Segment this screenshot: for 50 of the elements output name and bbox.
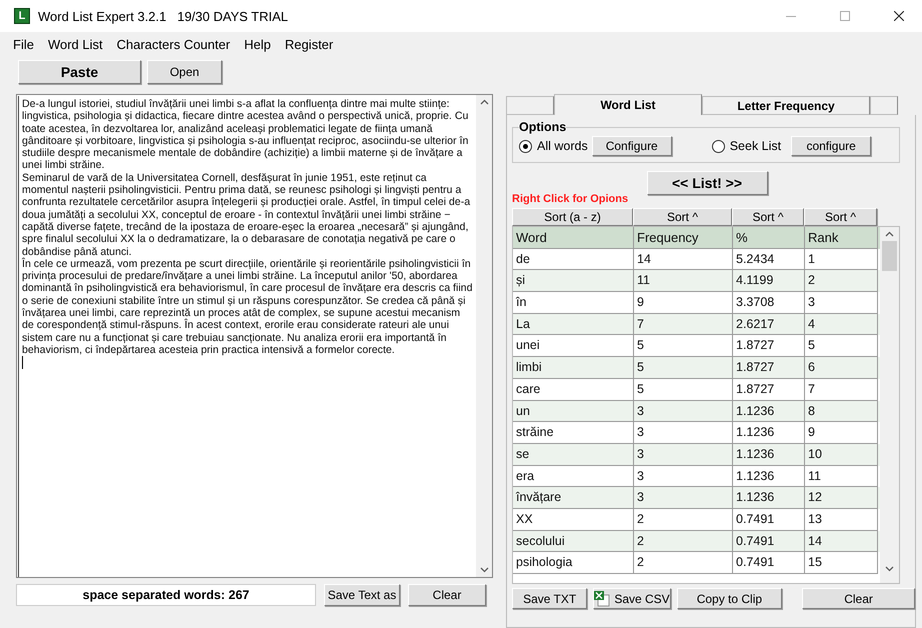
tab[interactable]: [870, 96, 898, 115]
table-cell: 0.7491: [733, 552, 805, 574]
scroll-down-icon[interactable]: [480, 567, 488, 573]
text-cursor: [22, 356, 23, 370]
table-cell: 2: [634, 552, 733, 574]
menu-item[interactable]: Register: [278, 36, 340, 52]
tab[interactable]: [506, 96, 554, 115]
group-title: Options: [519, 120, 566, 134]
sort-button[interactable]: Sort ^: [732, 208, 804, 226]
radio-button[interactable]: [712, 140, 725, 152]
scroll-up-icon[interactable]: [885, 231, 894, 237]
menu-item[interactable]: Characters Counter: [110, 36, 238, 52]
scroll-up-icon[interactable]: [480, 99, 488, 105]
open-button[interactable]: Open: [147, 60, 222, 84]
save-text-button[interactable]: Save Text as: [324, 584, 400, 606]
radio-label: Seek List: [730, 139, 782, 153]
menu-item[interactable]: File: [6, 36, 41, 52]
sort-button[interactable]: Sort ^: [804, 208, 877, 226]
table-cell: 15: [805, 552, 878, 574]
hint-text: Right Click for Opions: [512, 193, 630, 205]
paragraph: În cele ce urmează, vom prezenta pe scurt direcțiile, orientările și reorientările psiholingvisticii în privința procesului de predare/învățare a unei limbi străine. La începutul anilor '50, abordarea dominantă în psiholingvistică era behaviorismul, în care procesul de învățare era descris ca fiind o serie de conexiuni stabilite între un stimul și un răspuns corespunzător. Se credea că până și învățarea unei limbi, care reprezintă un proces atât de complex, se supune acestui mecanism de corespondență stimul-răspuns. În acest context, erorile erau considerate rateuri ale unui sistem care nu a funcționat și care trebuiau sancționate. Nu analiza erorii era importantă în behaviorism, ci îndepărtarea acesteia prin practica intensivă a formelor corecte.: [22, 258, 473, 356]
radio-label: All words: [537, 139, 588, 153]
paragraph: Seminarul de vară de la Universitatea Cornell, desfășurat în junie 1951, este reținut ca momentul nașterii psiholingvisticii. Pentru prima dată, se reunesc psihologi și lingviști pentru a confrunta rezultatele cercetărilor asupra înțelegerii și producției orale. Astfel, în timpul celei de-a doua jumătăți a secolului XX, conceptul de eroare - în contextul învățării unei limbi străine − capătă diverse fațete, trecând de la ipostaza de eroare-eșec la eroarea „necesară” și ajungând, spre finalul secolului XX la o dedramatizare, la o debarasare de conotația negativă pe care o dobândise până atunci.: [22, 172, 472, 258]
save-csv-button[interactable]: Save CSV: [593, 588, 671, 609]
sort-button[interactable]: Sort ^: [633, 208, 732, 226]
table-cell: psihologia: [513, 552, 634, 574]
copy-button[interactable]: Copy to Clip: [676, 588, 782, 609]
text-area-field[interactable]: [16, 94, 493, 578]
menu-item[interactable]: Word List: [40, 36, 110, 52]
paste-button[interactable]: Paste: [18, 60, 141, 84]
radio-button[interactable]: [519, 140, 532, 152]
window-title: Word List Expert 3.2.1 19/30 DAYS TRIAL: [38, 8, 290, 24]
clear-button[interactable]: Clear: [802, 588, 915, 609]
scrollbar[interactable]: [476, 95, 492, 577]
save-txt-button[interactable]: Save TXT: [512, 588, 588, 609]
tab[interactable]: Word List: [554, 94, 702, 115]
configure-button[interactable]: configure: [791, 136, 872, 156]
sort-button[interactable]: Sort (a - z): [512, 208, 633, 226]
scroll-thumb[interactable]: [882, 241, 897, 271]
scroll-down-icon[interactable]: [885, 566, 894, 572]
scrollbar[interactable]: [880, 227, 899, 583]
menu-item[interactable]: Help: [237, 36, 278, 52]
word-count: space separated words: 267: [16, 584, 316, 606]
list-button[interactable]: << List! >>: [646, 171, 768, 195]
configure-button[interactable]: Configure: [592, 136, 672, 156]
clear-button[interactable]: Clear: [408, 584, 486, 606]
paragraph: De-a lungul istoriei, studiul învățării unei limbi s-a aflat la confluența dintre mai multe stiințe: lingvistica, psihologia și didactica, fiecare dintre acestea având o perspectivă unică, proprie. Cu toate acestea, în dezvoltarea lor, analizând aceleași problematici legate de ființa umană gânditoare și vorbitoare, lingvistica și psihologia s-au influențat reciproc, asociindu-se ulterior în studiile despre mecanismele mentale de dobândire (achiziție) a limbii materne și de învățare a unei limbi străine.: [22, 98, 470, 172]
app-icon: L: [14, 8, 30, 24]
tab[interactable]: Letter Frequency: [702, 96, 870, 115]
spreadsheet-icon: [594, 590, 610, 606]
